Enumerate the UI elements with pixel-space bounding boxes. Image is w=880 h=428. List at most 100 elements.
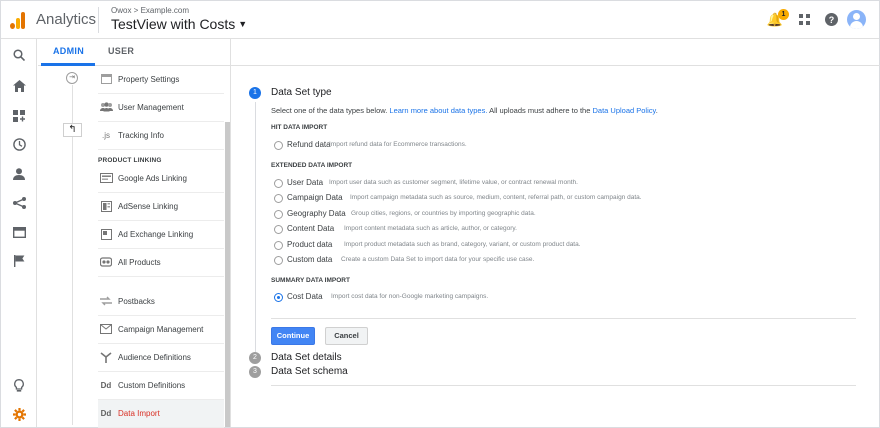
option-label: Campaign Data	[287, 193, 343, 202]
acquisition-icon[interactable]	[10, 194, 28, 212]
cancel-button[interactable]: Cancel	[325, 327, 368, 345]
data-upload-policy-link[interactable]: Data Upload Policy	[592, 106, 655, 115]
avatar[interactable]	[847, 10, 866, 29]
step-3-title: Data Set schema	[271, 366, 348, 377]
menu-item-all-products[interactable]: All Products	[98, 249, 224, 277]
tab-user[interactable]: USER	[108, 46, 134, 56]
radio-button[interactable]	[274, 194, 283, 203]
menu-item-tracking-info[interactable]: .js Tracking Info	[98, 122, 224, 150]
lightbulb-icon[interactable]	[10, 377, 28, 395]
step-connector-line	[255, 102, 256, 352]
menu-item-label: Property Settings	[118, 75, 180, 84]
option-label: Refund data	[287, 140, 331, 149]
option-hint: Import refund data for Ecommerce transac…	[329, 141, 467, 148]
section-product-linking: PRODUCT LINKING	[98, 157, 162, 164]
learn-more-link[interactable]: Learn more about data types.	[389, 106, 487, 115]
option-label: Cost Data	[287, 292, 323, 301]
radio-button[interactable]	[274, 141, 283, 150]
menu-scrollbar[interactable]	[225, 122, 230, 427]
step-2-badge: 2	[249, 352, 261, 364]
header-divider	[98, 7, 99, 33]
app-name: Analytics	[36, 11, 97, 28]
property-menu: Property Settings User Management .js Tra…	[94, 66, 224, 428]
menu-item-adsense-linking[interactable]: AdSense Linking	[98, 193, 224, 221]
audience-icon[interactable]	[10, 165, 28, 183]
menu-item-label: Custom Definitions	[118, 381, 186, 390]
users-icon	[100, 102, 113, 113]
conversions-flag-icon[interactable]	[10, 252, 28, 270]
admin-tabs: ADMIN USER	[38, 39, 880, 66]
option-label: Geography Data	[287, 209, 346, 218]
option-hint: Import product metadata such as brand, c…	[344, 241, 581, 248]
data-import-wizard: 1 Data Set type Select one of the data t…	[232, 66, 878, 427]
option-hint: Import user data such as customer segmen…	[329, 179, 578, 186]
menu-item-campaign-management[interactable]: Campaign Management	[98, 316, 224, 344]
step-3-badge: 3	[249, 366, 261, 378]
ads-icon	[100, 173, 113, 184]
menu-item-label: Audience Definitions	[118, 353, 191, 362]
radio-button[interactable]	[274, 241, 283, 250]
radio-button-selected[interactable]	[274, 293, 283, 302]
customization-icon[interactable]	[10, 107, 28, 125]
js-icon: .js	[102, 131, 110, 140]
realtime-clock-icon[interactable]	[10, 136, 28, 154]
search-icon[interactable]	[10, 46, 28, 64]
settings-gear-icon[interactable]	[10, 406, 28, 424]
ad-exchange-icon	[100, 229, 112, 240]
menu-item-property-settings[interactable]: Property Settings	[98, 66, 224, 94]
step-1-badge: 1	[249, 87, 261, 99]
menu-item-google-ads-linking[interactable]: Google Ads Linking	[98, 165, 224, 193]
notification-badge: 1	[778, 9, 789, 20]
option-label: Custom data	[287, 255, 333, 264]
menu-item-user-management[interactable]: User Management	[98, 94, 224, 122]
view-selector[interactable]: TestView with Costs ▼	[111, 16, 247, 32]
audience-definitions-icon	[100, 352, 112, 363]
continue-button[interactable]: Continue	[271, 327, 315, 345]
menu-item-label: Google Ads Linking	[118, 174, 187, 183]
step-2-title: Data Set details	[271, 352, 342, 363]
option-hint: Import content metadata such as article,…	[344, 225, 517, 232]
divider	[271, 318, 856, 319]
section-hit-data-import: HIT DATA IMPORT	[271, 124, 328, 131]
apps-grid-icon[interactable]	[796, 11, 814, 29]
help-icon[interactable]: ?	[822, 11, 840, 29]
menu-item-label: Campaign Management	[118, 325, 204, 334]
menu-item-data-import[interactable]: Dd Data Import	[98, 400, 224, 428]
option-label: Product data	[287, 240, 333, 249]
analytics-logo[interactable]	[10, 11, 26, 29]
view-title: TestView with Costs	[111, 16, 236, 32]
adsense-icon	[100, 201, 112, 212]
postbacks-icon	[100, 296, 112, 307]
option-label: Content Data	[287, 224, 335, 233]
menu-item-label: Data Import	[118, 409, 160, 418]
tab-admin[interactable]: ADMIN	[53, 46, 84, 56]
home-icon[interactable]	[10, 77, 28, 95]
menu-item-label: AdSense Linking	[118, 202, 179, 211]
option-hint: Import campaign metadata such as source,…	[350, 194, 642, 201]
menu-item-label: User Management	[118, 103, 184, 112]
expand-column-icon[interactable]: ⇥	[66, 72, 78, 84]
divider	[271, 385, 856, 386]
back-arrow-icon[interactable]: ↰	[63, 123, 82, 137]
menu-item-postbacks[interactable]: Postbacks	[98, 288, 224, 316]
option-hint: Create a custom Data Set to import data …	[341, 256, 535, 263]
menu-item-label: All Products	[118, 258, 161, 267]
dd-icon: Dd	[100, 381, 112, 390]
behavior-icon[interactable]	[10, 223, 28, 241]
menu-item-ad-exchange-linking[interactable]: Ad Exchange Linking	[98, 221, 224, 249]
option-label: User Data	[287, 178, 324, 187]
svg-text:?: ?	[828, 15, 834, 25]
account-breadcrumb[interactable]: Owox > Example.com	[111, 6, 189, 15]
dd-icon: Dd	[100, 409, 112, 418]
section-summary-data-import: SUMMARY DATA IMPORT	[271, 277, 350, 284]
radio-button[interactable]	[274, 179, 283, 188]
active-tab-indicator	[41, 63, 95, 66]
menu-item-label: Tracking Info	[118, 131, 164, 140]
radio-button[interactable]	[274, 256, 283, 265]
menu-item-audience-definitions[interactable]: Audience Definitions	[98, 344, 224, 372]
radio-button[interactable]	[274, 225, 283, 234]
radio-button[interactable]	[274, 210, 283, 219]
chevron-down-icon: ▼	[238, 19, 248, 29]
menu-item-label: Ad Exchange Linking	[118, 230, 194, 239]
menu-item-custom-definitions[interactable]: Dd Custom Definitions	[98, 372, 224, 400]
